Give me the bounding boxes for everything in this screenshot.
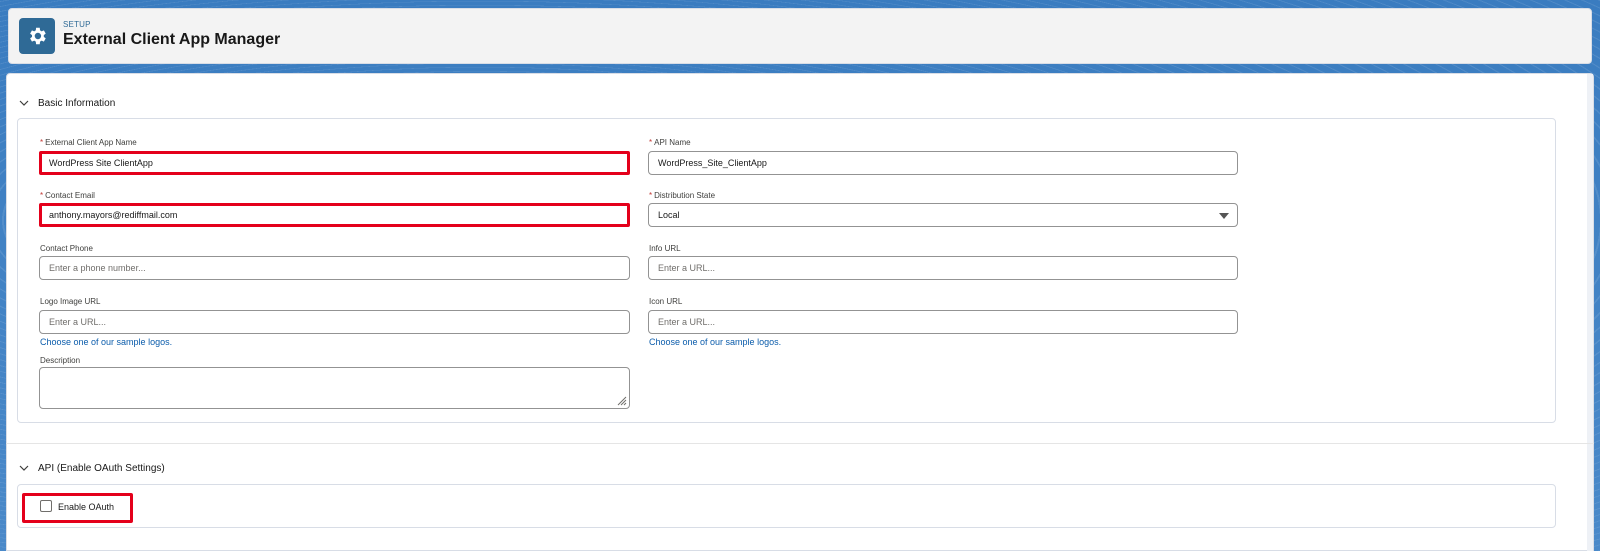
- section-toggle-basic-information[interactable]: Basic Information: [18, 97, 115, 109]
- app-name-label: * External Client App Name: [40, 138, 137, 147]
- required-indicator: *: [649, 191, 653, 200]
- required-indicator: *: [649, 138, 653, 147]
- distribution-state-label: * Distribution State: [649, 191, 716, 200]
- info-url-input[interactable]: Enter a URL...: [648, 256, 1238, 280]
- sample-icons-link[interactable]: Choose one of our sample logos.: [649, 337, 781, 347]
- chevron-down-icon: [19, 465, 29, 471]
- api-oauth-box: [17, 484, 1556, 528]
- contact-email-input[interactable]: anthony.mayors@rediffmail.com: [39, 203, 630, 227]
- info-url-label: Info URL: [649, 244, 681, 253]
- required-indicator: *: [40, 138, 44, 147]
- page-header: SETUP External Client App Manager: [8, 8, 1592, 64]
- distribution-state-select[interactable]: Local: [648, 203, 1238, 227]
- section-title: Basic Information: [38, 97, 116, 109]
- page-title: External Client App Manager: [63, 31, 281, 48]
- required-indicator: *: [40, 191, 44, 200]
- description-textarea[interactable]: [39, 367, 630, 409]
- contact-phone-input[interactable]: Enter a phone number...: [39, 256, 630, 280]
- caret-down-icon: [1219, 213, 1229, 219]
- gear-icon: [19, 18, 55, 54]
- chevron-down-icon: [19, 100, 29, 106]
- section-divider: [6, 443, 1594, 444]
- enable-oauth-checkbox[interactable]: [40, 500, 52, 512]
- contact-email-label: * Contact Email: [40, 191, 95, 200]
- logo-url-input[interactable]: Enter a URL...: [39, 310, 630, 334]
- icon-url-label: Icon URL: [649, 297, 683, 306]
- api-name-label: * API Name: [649, 138, 691, 147]
- enable-oauth-label[interactable]: Enable OAuth: [58, 502, 114, 512]
- scrollbar-track[interactable]: [1587, 74, 1593, 551]
- resize-handle-icon[interactable]: [615, 394, 627, 406]
- contact-phone-label: Contact Phone: [40, 244, 93, 253]
- icon-url-input[interactable]: Enter a URL...: [648, 310, 1238, 334]
- app-name-input[interactable]: WordPress Site ClientApp: [39, 151, 630, 175]
- logo-url-label: Logo Image URL: [40, 297, 101, 306]
- description-label: Description: [40, 356, 81, 365]
- distribution-state-value: Local: [658, 210, 680, 220]
- section-title: API (Enable OAuth Settings): [38, 462, 165, 474]
- section-toggle-api-oauth[interactable]: API (Enable OAuth Settings): [18, 462, 165, 474]
- header-eyebrow: SETUP: [63, 20, 91, 29]
- sample-logos-link[interactable]: Choose one of our sample logos.: [40, 337, 172, 347]
- api-name-input[interactable]: WordPress_Site_ClientApp: [648, 151, 1238, 175]
